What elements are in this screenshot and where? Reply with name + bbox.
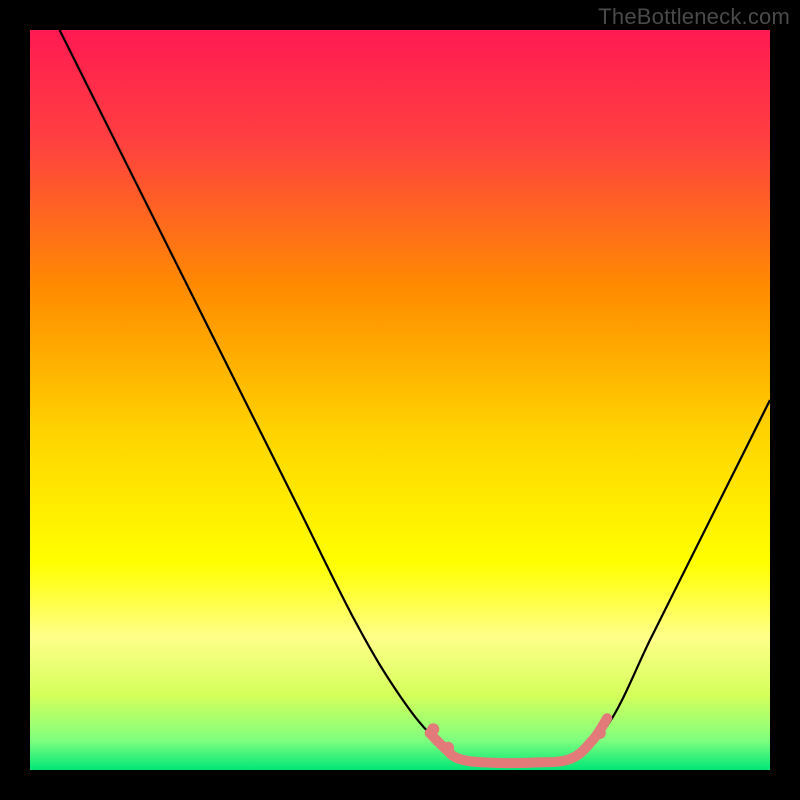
gradient-background [30, 30, 770, 770]
chart-frame: TheBottleneck.com [0, 0, 800, 800]
marker-dot [594, 727, 606, 739]
chart-svg [30, 30, 770, 770]
plot-area [30, 30, 770, 770]
watermark-text: TheBottleneck.com [598, 4, 790, 30]
marker-dot [427, 723, 439, 735]
marker-dot [442, 742, 454, 754]
